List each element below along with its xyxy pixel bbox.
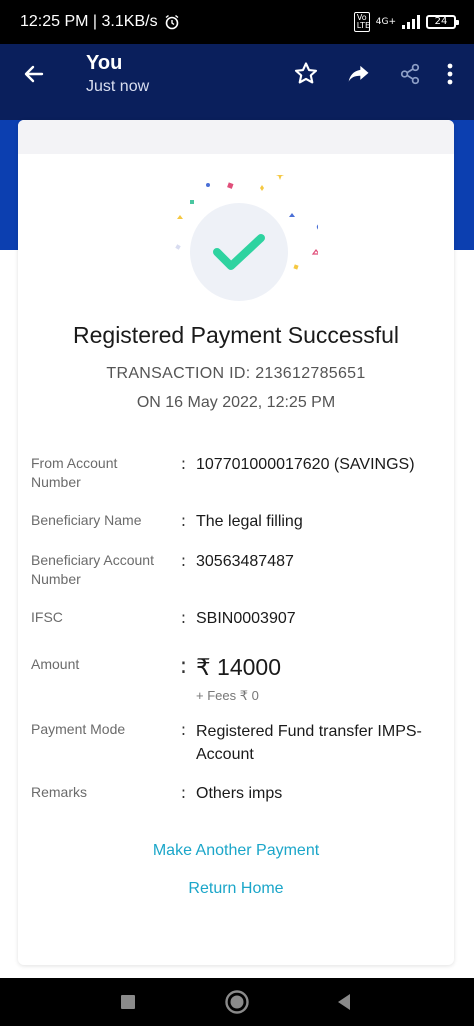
back-button[interactable] (0, 44, 68, 104)
fees-value: + Fees ₹ 0 (196, 688, 259, 703)
header-titles: You Just now (86, 51, 149, 97)
success-illustration (168, 175, 318, 315)
detail-colon: : (180, 551, 187, 570)
volte-badge: Vo LTE (353, 12, 370, 32)
recents-button[interactable] (113, 987, 143, 1017)
header-actions (288, 56, 474, 92)
return-home-link[interactable]: Return Home (18, 880, 454, 898)
detail-label: Remarks (31, 784, 88, 800)
home-icon (225, 990, 249, 1014)
detail-value: SBIN0003907 (196, 610, 296, 627)
alarm-icon (165, 14, 178, 30)
favourite-button[interactable] (288, 56, 324, 92)
battery-level: 24 (434, 16, 448, 27)
more-options-button[interactable] (444, 56, 456, 92)
signal-icon (402, 15, 420, 29)
back-arrow-icon (24, 65, 44, 83)
detail-label: From Account Number (31, 455, 118, 490)
detail-colon: : (180, 608, 187, 627)
detail-colon: : (179, 654, 188, 679)
system-nav-bar (0, 978, 474, 1026)
detail-colon: : (180, 720, 187, 739)
detail-value: 107701000017620 (SAVINGS) (196, 456, 415, 473)
detail-colon: : (180, 511, 187, 530)
detail-row-amount: Amount : ₹ 14000 + Fees ₹ 0 (31, 653, 281, 707)
battery-icon: 24 (426, 15, 459, 29)
more-vert-icon (447, 63, 453, 85)
detail-value: The legal filling (196, 513, 303, 530)
detail-label: Beneficiary Account Number (31, 552, 154, 587)
detail-row-remarks: Remarks : Others imps (31, 783, 282, 805)
detail-label: Beneficiary Name (31, 512, 142, 528)
status-bar: 12:25 PM | 3.1KB/s Vo LTE 4G+ 24 (0, 0, 474, 44)
transaction-date: ON 16 May 2022, 12:25 PM (136, 394, 336, 411)
checkmark-icon (213, 234, 265, 270)
detail-label: Payment Mode (31, 721, 126, 737)
detail-row-from-account: From Account Number : 107701000017620 (S… (31, 454, 415, 492)
success-badge (190, 203, 288, 301)
header-title: You (86, 52, 123, 74)
share-nodes-icon (400, 63, 420, 85)
star-icon (294, 62, 318, 84)
detail-label: IFSC (31, 609, 63, 625)
share-button[interactable] (340, 56, 376, 92)
receipt-card: Registered Payment Successful TRANSACTIO… (18, 120, 454, 965)
status-time-speed: 12:25 PM | 3.1KB/s (20, 13, 158, 30)
share-icon (348, 65, 369, 82)
share-options-button[interactable] (392, 56, 428, 92)
detail-row-beneficiary-name: Beneficiary Name : The legal filling (31, 511, 303, 533)
app-header: You Just now (0, 44, 474, 104)
detail-row-payment-mode: Payment Mode : Registered Fund transfer … (31, 720, 446, 766)
amount-value: ₹ 14000 (196, 654, 281, 680)
detail-colon: : (180, 454, 187, 473)
recents-icon (121, 995, 135, 1009)
detail-value: 30563487487 (196, 553, 294, 570)
network-type: 4G+ (375, 17, 396, 27)
system-back-button[interactable] (329, 987, 359, 1017)
detail-value: Others imps (196, 785, 283, 802)
header-subtitle: Just now (86, 78, 150, 95)
detail-row-beneficiary-account: Beneficiary Account Number : 30563487487 (31, 551, 294, 589)
detail-label: Amount (31, 656, 80, 672)
status-right: Vo LTE 4G+ 24 (353, 12, 459, 32)
card-top-strip (18, 120, 454, 154)
page-title: Registered Payment Successful (73, 322, 399, 348)
detail-row-ifsc: IFSC : SBIN0003907 (31, 608, 296, 630)
status-left: 12:25 PM | 3.1KB/s (20, 13, 180, 31)
back-triangle-icon (338, 994, 350, 1010)
amount-block: ₹ 14000 + Fees ₹ 0 (196, 653, 281, 707)
transaction-id: TRANSACTION ID: 213612785651 (106, 365, 366, 382)
detail-colon: : (180, 783, 187, 802)
home-button[interactable] (222, 987, 252, 1017)
make-another-payment-link[interactable]: Make Another Payment (18, 842, 454, 860)
detail-value: Registered Fund transfer IMPS-Account (196, 723, 422, 763)
